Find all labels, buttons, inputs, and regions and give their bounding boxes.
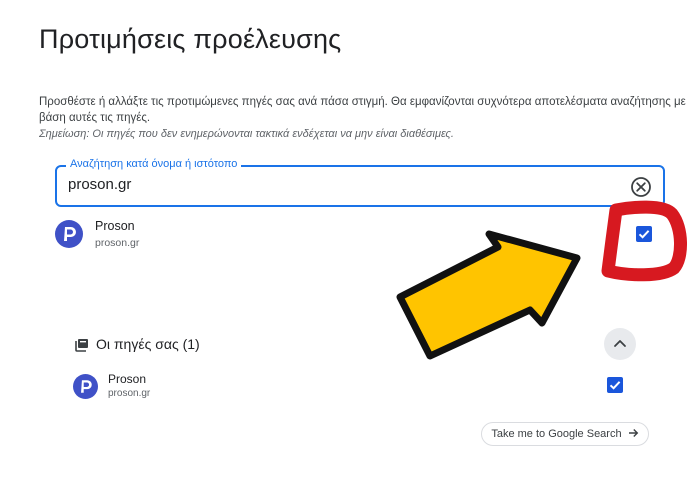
- chevron-up-icon: [614, 340, 626, 347]
- proson-logo-icon: [73, 374, 98, 399]
- search-input[interactable]: [68, 176, 608, 193]
- result-source-name: Proson: [95, 219, 135, 233]
- search-label: Αναζήτηση κατά όνομα ή ιστότοπο: [66, 158, 242, 170]
- page-title: Προτιμήσεις προέλευσης: [39, 24, 342, 54]
- search-result-row[interactable]: Proson proson.gr: [55, 216, 665, 256]
- collapse-sources-button[interactable]: [604, 328, 636, 360]
- google-search-button[interactable]: Take me to Google Search: [481, 422, 649, 446]
- your-sources-title: Οι πηγές σας (1): [96, 336, 200, 352]
- clear-icon: [631, 177, 651, 197]
- page-description: Προσθέστε ή αλλάξτε τις προτιμώμενες πηγ…: [39, 96, 686, 124]
- source-domain: proson.gr: [108, 388, 151, 399]
- source-name: Proson: [108, 372, 147, 386]
- list-item[interactable]: Proson proson.gr: [73, 372, 633, 402]
- arrow-right-icon: [628, 429, 638, 437]
- result-source-domain: proson.gr: [95, 237, 140, 249]
- google-search-label: Take me to Google Search: [491, 428, 622, 440]
- result-checkbox[interactable]: [636, 226, 652, 242]
- page-note: Σημείωση: Οι πηγές που δεν ενημερώνονται…: [39, 128, 454, 140]
- collections-icon: [75, 338, 89, 357]
- clear-search-button[interactable]: [630, 176, 652, 198]
- proson-logo-icon: [55, 220, 83, 248]
- source-checkbox[interactable]: [607, 377, 623, 393]
